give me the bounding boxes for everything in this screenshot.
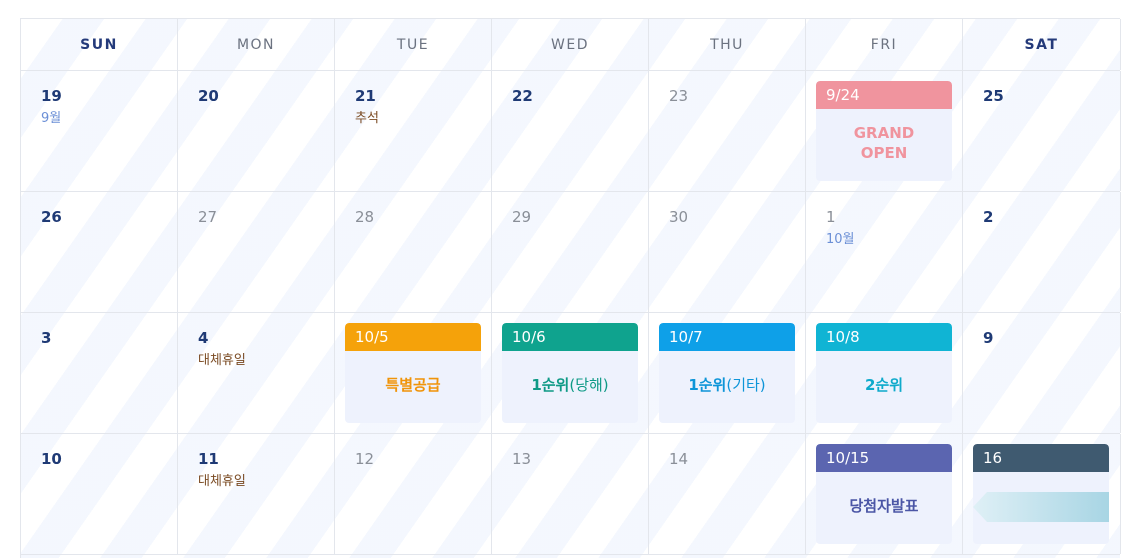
- day-number: 1: [826, 208, 836, 226]
- day-cell[interactable]: 4 대체휴일: [178, 313, 335, 433]
- day-number: 29: [512, 208, 532, 226]
- holiday-label: 추석: [355, 111, 379, 126]
- event-card-second-rank[interactable]: 10/8 2순위: [816, 323, 952, 423]
- weekday-header: SUN MON TUE WED THU FRI SAT: [21, 19, 1121, 71]
- event-date: 16: [973, 444, 1109, 472]
- day-cell[interactable]: 2: [963, 192, 1121, 312]
- day-cell[interactable]: 20: [178, 71, 335, 191]
- event-title: 1순위 (기타): [659, 351, 795, 423]
- day-number: 14: [669, 450, 689, 468]
- day-cell[interactable]: 27: [178, 192, 335, 312]
- day-cell[interactable]: 16: [963, 434, 1121, 554]
- day-cell[interactable]: 26: [21, 192, 178, 312]
- month-label: 9월: [41, 111, 62, 126]
- weekday-thu: THU: [649, 19, 806, 70]
- day-number: 3: [41, 329, 52, 347]
- event-card-first-rank-local[interactable]: 10/6 1순위 (당해): [502, 323, 638, 423]
- day-cell[interactable]: 10/8 2순위: [806, 313, 963, 433]
- day-number: 9: [983, 329, 994, 347]
- weekday-sun: SUN: [21, 19, 178, 70]
- week-row: 26 27 28 29 30 1 10월 2: [21, 192, 1121, 313]
- day-cell[interactable]: 14: [649, 434, 806, 554]
- event-title: 2순위: [864, 376, 904, 394]
- month-label: 10월: [826, 232, 855, 247]
- event-title-bold: 1순위: [531, 376, 570, 394]
- weekday-wed: WED: [492, 19, 649, 70]
- day-cell[interactable]: 11 대체휴일: [178, 434, 335, 554]
- day-number: 25: [983, 87, 1004, 105]
- day-cell[interactable]: 21 추석: [335, 71, 492, 191]
- event-card-special-supply[interactable]: 10/5 특별공급: [345, 323, 481, 423]
- event-card-winner-announcement[interactable]: 10/15 당첨자발표: [816, 444, 952, 544]
- weekday-mon: MON: [178, 19, 335, 70]
- day-cell[interactable]: 3: [21, 313, 178, 433]
- week-row: 10 11 대체휴일 12 13 14 10/15 당첨자발표 16: [21, 434, 1121, 555]
- event-card-sat-16[interactable]: 16: [973, 444, 1109, 544]
- event-title: 당첨자발표: [849, 497, 919, 515]
- event-title-rest: (당해): [569, 376, 609, 394]
- arrow-ribbon-icon: [973, 492, 1109, 522]
- day-cell[interactable]: 30: [649, 192, 806, 312]
- day-cell[interactable]: 9: [963, 313, 1121, 433]
- event-date: 10/5: [345, 323, 481, 351]
- day-cell[interactable]: 10/15 당첨자발표: [806, 434, 963, 554]
- day-cell[interactable]: 9/24 GRAND OPEN: [806, 71, 963, 191]
- weekday-fri: FRI: [806, 19, 963, 70]
- weekday-tue: TUE: [335, 19, 492, 70]
- day-number: 11: [198, 450, 219, 468]
- day-cell[interactable]: 22: [492, 71, 649, 191]
- day-number: 30: [669, 208, 689, 226]
- day-number: 22: [512, 87, 533, 105]
- event-title: GRAND OPEN: [853, 124, 915, 162]
- event-date: 10/6: [502, 323, 638, 351]
- day-number: 12: [355, 450, 375, 468]
- day-cell[interactable]: 13: [492, 434, 649, 554]
- day-number: 20: [198, 87, 219, 105]
- day-number: 2: [983, 208, 994, 226]
- day-number: 28: [355, 208, 375, 226]
- week-row: 3 4 대체휴일 10/5 특별공급 10/6 1순위 (당해) 10/7 1순…: [21, 313, 1121, 434]
- calendar: SUN MON TUE WED THU FRI SAT 19 9월 20 21 …: [20, 18, 1121, 558]
- event-title-rest: (기타): [726, 376, 766, 394]
- day-number: 23: [669, 87, 689, 105]
- day-cell[interactable]: 29: [492, 192, 649, 312]
- day-number: 19: [41, 87, 62, 105]
- day-cell[interactable]: 10: [21, 434, 178, 554]
- holiday-label: 대체휴일: [198, 474, 246, 489]
- day-cell[interactable]: 10/6 1순위 (당해): [492, 313, 649, 433]
- event-title: 1순위 (당해): [502, 351, 638, 423]
- day-number: 4: [198, 329, 209, 347]
- day-cell[interactable]: 19 9월: [21, 71, 178, 191]
- event-date: 9/24: [816, 81, 952, 109]
- day-cell[interactable]: 10/5 특별공급: [335, 313, 492, 433]
- day-number: 26: [41, 208, 62, 226]
- event-title-bold: 1순위: [688, 376, 727, 394]
- day-cell[interactable]: 12: [335, 434, 492, 554]
- day-cell[interactable]: 23: [649, 71, 806, 191]
- day-number: 27: [198, 208, 218, 226]
- holiday-label: 대체휴일: [198, 353, 246, 368]
- day-cell[interactable]: 25: [963, 71, 1121, 191]
- event-date: 10/15: [816, 444, 952, 472]
- day-cell[interactable]: 28: [335, 192, 492, 312]
- day-cell[interactable]: 10/7 1순위 (기타): [649, 313, 806, 433]
- event-title: 특별공급: [385, 376, 441, 394]
- event-date: 10/8: [816, 323, 952, 351]
- event-card-grand-open[interactable]: 9/24 GRAND OPEN: [816, 81, 952, 181]
- event-date: 10/7: [659, 323, 795, 351]
- day-number: 10: [41, 450, 62, 468]
- event-card-first-rank-other[interactable]: 10/7 1순위 (기타): [659, 323, 795, 423]
- week-row: 19 9월 20 21 추석 22 23 9/24 GRAND OPEN 25: [21, 71, 1121, 192]
- day-number: 21: [355, 87, 376, 105]
- weekday-sat: SAT: [963, 19, 1121, 70]
- day-cell[interactable]: 1 10월: [806, 192, 963, 312]
- day-number: 13: [512, 450, 532, 468]
